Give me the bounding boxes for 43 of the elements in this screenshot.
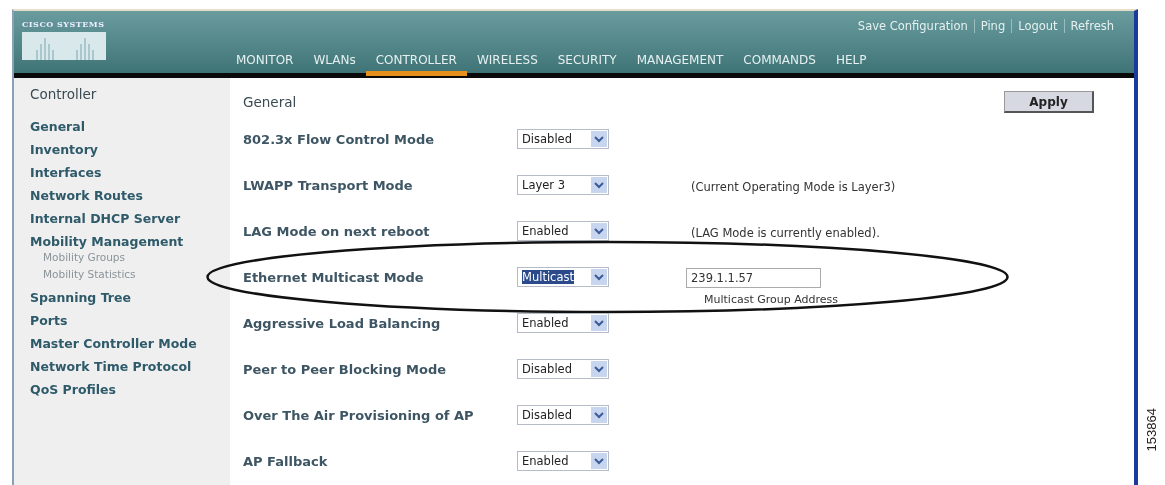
setting-label: Ethernet Multicast Mode bbox=[243, 269, 425, 285]
dropdown[interactable]: Disabled bbox=[517, 405, 609, 425]
setting-label: AP Fallback bbox=[243, 453, 329, 469]
sidebar-title: Controller bbox=[30, 86, 98, 102]
nav-tab[interactable]: COMMANDS bbox=[733, 48, 826, 76]
dropdown[interactable]: Multicast bbox=[517, 267, 609, 287]
setting-label: LWAPP Transport Mode bbox=[243, 177, 414, 193]
sidebar-item[interactable]: Network Routes bbox=[30, 185, 230, 208]
nav-tab[interactable]: MANAGEMENT bbox=[626, 48, 734, 76]
figure-number: 153864 bbox=[1144, 407, 1159, 451]
status-note: (LAG Mode is currently enabled). bbox=[691, 225, 880, 240]
setting-label: Over The Air Provisioning of AP bbox=[243, 407, 475, 423]
sidebar-item[interactable]: Internal DHCP Server bbox=[30, 208, 230, 231]
address-field[interactable]: 239.1.1.57 bbox=[686, 267, 821, 288]
setting-label: Peer to Peer Blocking Mode bbox=[243, 361, 448, 377]
nav-tab[interactable]: SECURITY bbox=[547, 48, 627, 76]
page-title: General bbox=[243, 94, 297, 110]
dropdown[interactable]: Enabled bbox=[517, 221, 609, 241]
sidebar-item[interactable]: Inventory bbox=[30, 139, 230, 162]
sidebar-item[interactable]: Ports bbox=[30, 310, 230, 333]
nav-tab[interactable]: WLANs bbox=[303, 48, 366, 76]
dropdown[interactable]: Enabled bbox=[517, 451, 609, 471]
sidebar-item[interactable]: Master Controller Mode bbox=[30, 333, 230, 356]
setting-label: LAG Mode on next reboot bbox=[243, 223, 431, 239]
dropdown[interactable]: Disabled bbox=[517, 359, 609, 379]
setting-label: 802.3x Flow Control Mode bbox=[243, 131, 436, 147]
nav-tab[interactable]: HELP bbox=[825, 48, 877, 76]
nav-tab[interactable]: WIRELESS bbox=[466, 48, 548, 76]
setting-label: Aggressive Load Balancing bbox=[243, 315, 442, 331]
nav-tab[interactable]: MONITOR bbox=[226, 48, 304, 76]
sidebar-item[interactable]: Interfaces bbox=[30, 162, 230, 185]
apply-button[interactable]: Apply bbox=[1004, 91, 1094, 113]
nav-tab[interactable]: CONTROLLER bbox=[365, 48, 467, 76]
dropdown[interactable]: Layer 3 bbox=[517, 175, 609, 195]
sidebar-item[interactable]: Network Time Protocol bbox=[30, 356, 230, 379]
status-note: (Current Operating Mode is Layer3) bbox=[691, 179, 896, 194]
sidebar-item[interactable]: General bbox=[30, 116, 230, 139]
sidebar-item[interactable]: QoS Profiles bbox=[30, 379, 230, 402]
logo-text: CISCO SYSTEMS bbox=[22, 19, 106, 29]
dropdown[interactable]: Disabled bbox=[517, 129, 609, 149]
sidebar-item[interactable]: Spanning Tree bbox=[30, 287, 230, 310]
field-caption: Multicast Group Address bbox=[704, 292, 838, 306]
dropdown[interactable]: Enabled bbox=[517, 313, 609, 333]
